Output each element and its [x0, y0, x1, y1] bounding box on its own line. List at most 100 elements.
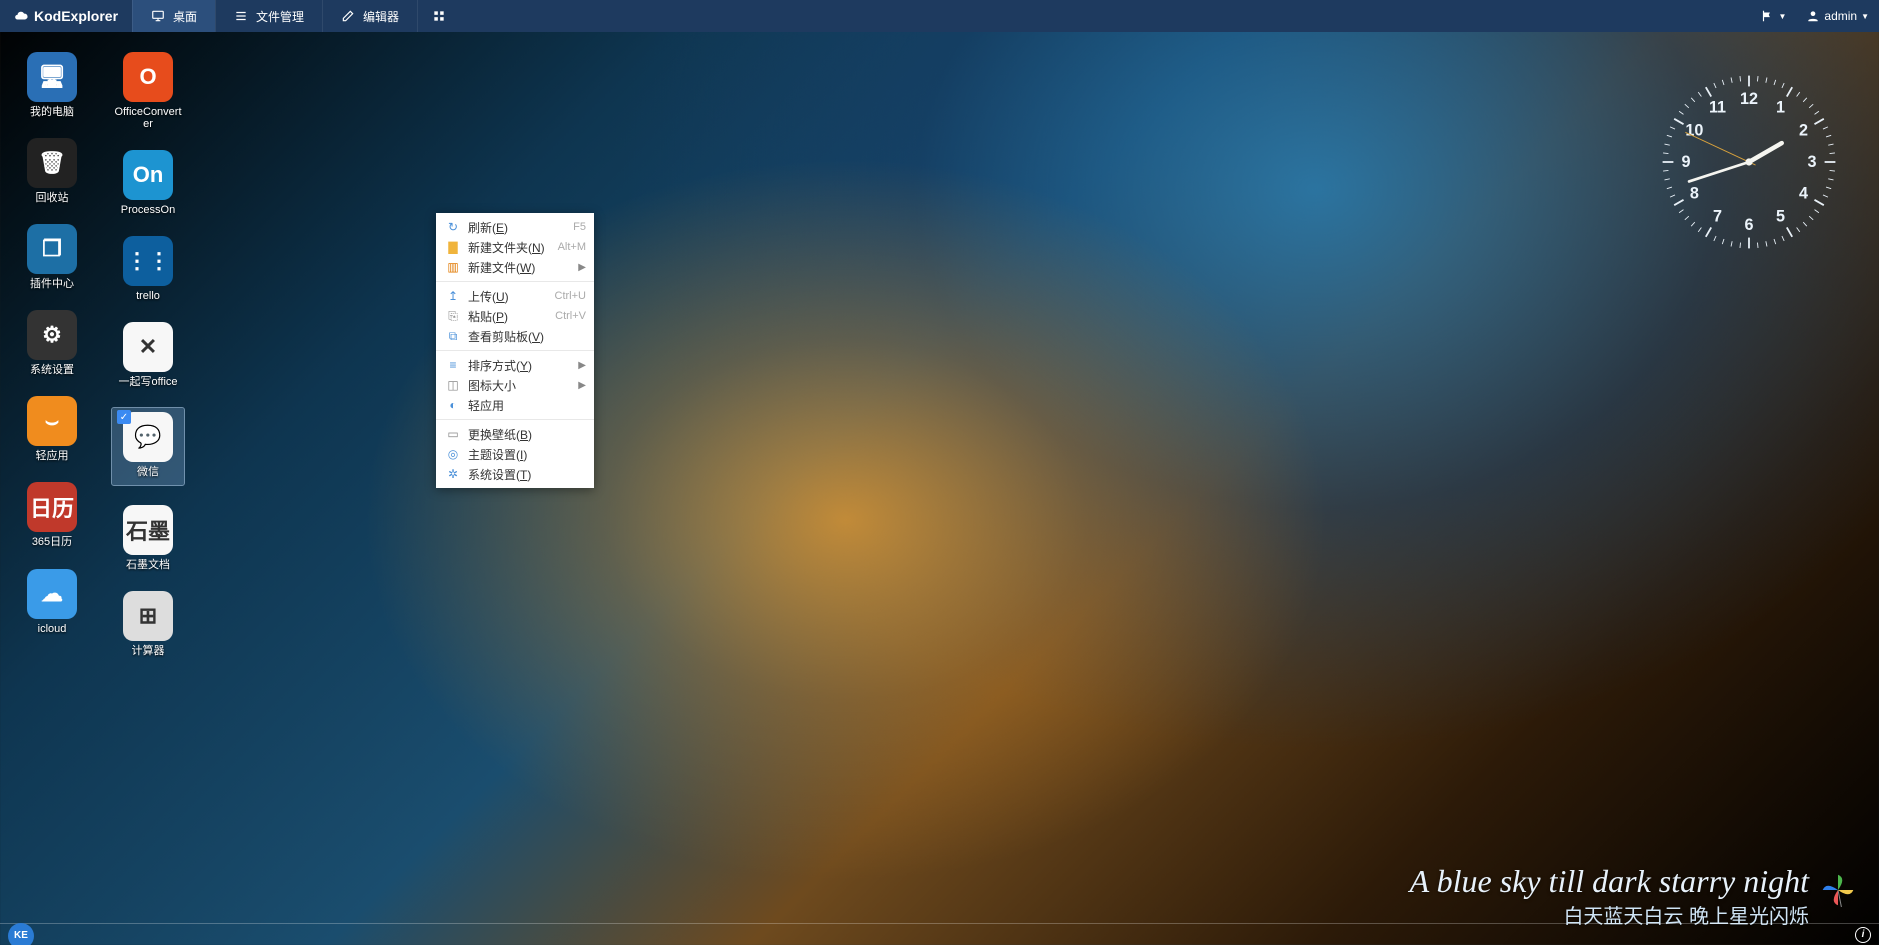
icon-label: 一起写office: [118, 376, 177, 388]
monitor-icon: [151, 9, 165, 23]
ctx-label: 查看剪贴板(V): [462, 328, 586, 345]
ctx-light-app[interactable]: ◐轻应用: [436, 395, 594, 415]
ctx-label: 刷新(E): [462, 219, 569, 236]
ctx-new-file[interactable]: ▥新建文件(W)▶: [436, 257, 594, 277]
app-glyph: 日历: [27, 482, 77, 532]
nav-editor[interactable]: 编辑器: [322, 0, 417, 32]
app-glyph: ⊞: [123, 591, 173, 641]
paste-icon: ⎘: [444, 309, 462, 324]
ctx-paste[interactable]: ⎘粘贴(P)Ctrl+V: [436, 306, 594, 326]
refresh-icon: ↻: [444, 220, 462, 234]
desktop-icon-trello[interactable]: ⋮⋮trello: [112, 236, 184, 302]
taskbar: KE i: [0, 923, 1879, 945]
wallpaper-caption: A blue sky till dark starry night 白天蓝天白云…: [1410, 863, 1809, 929]
top-bar: KodExplorer 桌面 文件管理 编辑器 ▼ admin ▼: [0, 0, 1879, 32]
ctx-theme[interactable]: ◎主题设置(I): [436, 444, 594, 464]
desktop-icon-calendar-365[interactable]: 日历 365日历: [16, 482, 88, 548]
desktop-icon-settings[interactable]: ⚙系统设置: [16, 310, 88, 376]
icon-label: 回收站: [36, 192, 69, 204]
svg-text:7: 7: [1713, 208, 1722, 226]
icon-label: 插件中心: [30, 278, 74, 290]
desktop-icon-light-apps[interactable]: ⌣轻应用: [16, 396, 88, 462]
ctx-clipboard[interactable]: ⧉查看剪贴板(V): [436, 326, 594, 346]
light-app-icon: ◐: [444, 398, 462, 412]
svg-text:6: 6: [1744, 216, 1753, 234]
nav-files[interactable]: 文件管理: [215, 0, 322, 32]
desktop-icon-my-computer[interactable]: 🖥 我的电脑: [16, 52, 88, 118]
nav-apps[interactable]: [417, 0, 460, 32]
chevron-right-icon: ▶: [578, 262, 586, 273]
icon-label: 微信: [137, 466, 159, 478]
ctx-shortcut: F5: [569, 221, 586, 233]
ctx-wallpaper[interactable]: ▭更换壁纸(B): [436, 424, 594, 444]
icon-label: icloud: [38, 623, 67, 635]
svg-text:2: 2: [1799, 122, 1808, 140]
ctx-label: 系统设置(T): [462, 466, 586, 483]
icon-label: OfficeConverter: [112, 106, 184, 130]
ctx-sys-settings[interactable]: ✲系统设置(T): [436, 464, 594, 484]
icon-label: 系统设置: [30, 364, 74, 376]
ctx-shortcut: Ctrl+V: [551, 310, 586, 322]
ctx-shortcut: Alt+M: [554, 241, 586, 253]
ctx-label: 新建文件(W): [462, 259, 578, 276]
check-icon: ✓: [117, 410, 131, 424]
app-glyph: 🖥: [27, 52, 77, 102]
user-menu[interactable]: admin ▼: [1796, 0, 1879, 32]
icon-label: 365日历: [32, 536, 72, 548]
pinwheel-icon[interactable]: [1821, 873, 1855, 907]
start-button[interactable]: KE: [8, 923, 34, 945]
app-glyph: ⋮⋮: [123, 236, 173, 286]
desktop-icon-recycle[interactable]: 🗑回收站: [16, 138, 88, 204]
desktop-icon-shimo[interactable]: 石墨石墨文档: [112, 505, 184, 571]
ctx-sort[interactable]: ≡排序方式(Y)▶: [436, 355, 594, 375]
nav-desktop[interactable]: 桌面: [132, 0, 215, 32]
caret-down-icon: ▼: [1861, 12, 1869, 21]
ctx-icon-size[interactable]: ◫图标大小▶: [436, 375, 594, 395]
app-glyph: ⌣: [27, 396, 77, 446]
svg-text:5: 5: [1776, 208, 1785, 226]
upload-icon: ↥: [444, 289, 462, 303]
brand[interactable]: KodExplorer: [0, 0, 132, 32]
cloud-icon: [14, 9, 28, 23]
topbar-right: ▼ admin ▼: [1750, 0, 1879, 32]
nav-desktop-label: 桌面: [173, 8, 197, 25]
ctx-upload[interactable]: ↥上传(U)Ctrl+U: [436, 286, 594, 306]
app-glyph: ❐: [27, 224, 77, 274]
app-glyph: 石墨: [123, 505, 173, 555]
ctx-label: 图标大小: [462, 377, 578, 394]
sort-icon: ≡: [444, 358, 462, 372]
desktop-icon-icloud[interactable]: ☁icloud: [16, 569, 88, 635]
context-menu: ↻刷新(E)F5▇新建文件夹(N)Alt+M▥新建文件(W)▶↥上传(U)Ctr…: [436, 213, 594, 488]
svg-text:4: 4: [1799, 185, 1808, 203]
svg-text:1: 1: [1776, 99, 1785, 117]
user-icon: [1806, 9, 1820, 23]
icon-label: 计算器: [132, 645, 165, 657]
ctx-label: 新建文件夹(N): [462, 239, 554, 256]
nav-files-label: 文件管理: [256, 8, 304, 25]
desktop-icon-wechat[interactable]: ✓💬微信: [112, 408, 184, 484]
icon-label: ProcessOn: [121, 204, 175, 216]
new-file-icon: ▥: [444, 260, 462, 274]
chevron-right-icon: ▶: [578, 380, 586, 391]
clipboard-icon: ⧉: [444, 329, 462, 344]
grid-icon: [432, 9, 446, 23]
ctx-label: 粘贴(P): [462, 308, 551, 325]
icon-label: 我的电脑: [30, 106, 74, 118]
chevron-right-icon: ▶: [578, 360, 586, 371]
sys-settings-icon: ✲: [444, 467, 462, 481]
analog-clock: 121234567891011: [1659, 72, 1839, 252]
desktop-icon-office-converter[interactable]: OOfficeConverter: [112, 52, 184, 130]
desktop-icons: 🖥 我的电脑 🗑回收站 ❐ 插件中心 ⚙系统设置 ⌣轻应用日历 365日历 ☁icloud OO…: [16, 52, 184, 657]
desktop-icon-yiqixie[interactable]: ✕一起写office: [112, 322, 184, 388]
desktop-area[interactable]: 🖥 我的电脑 🗑回收站 ❐ 插件中心 ⚙系统设置 ⌣轻应用日历 365日历 ☁icloud OO…: [0, 32, 1879, 923]
info-button[interactable]: i: [1855, 927, 1871, 943]
desktop-icon-plugins[interactable]: ❐ 插件中心: [16, 224, 88, 290]
desktop-icon-calculator[interactable]: ⊞ 计算器: [112, 591, 184, 657]
desktop-icon-processon[interactable]: OnProcessOn: [112, 150, 184, 216]
list-icon: [234, 9, 248, 23]
ctx-new-folder[interactable]: ▇新建文件夹(N)Alt+M: [436, 237, 594, 257]
user-name: admin: [1824, 9, 1857, 23]
notifications-button[interactable]: ▼: [1750, 0, 1796, 32]
ctx-refresh[interactable]: ↻刷新(E)F5: [436, 217, 594, 237]
brand-text: KodExplorer: [34, 8, 118, 24]
